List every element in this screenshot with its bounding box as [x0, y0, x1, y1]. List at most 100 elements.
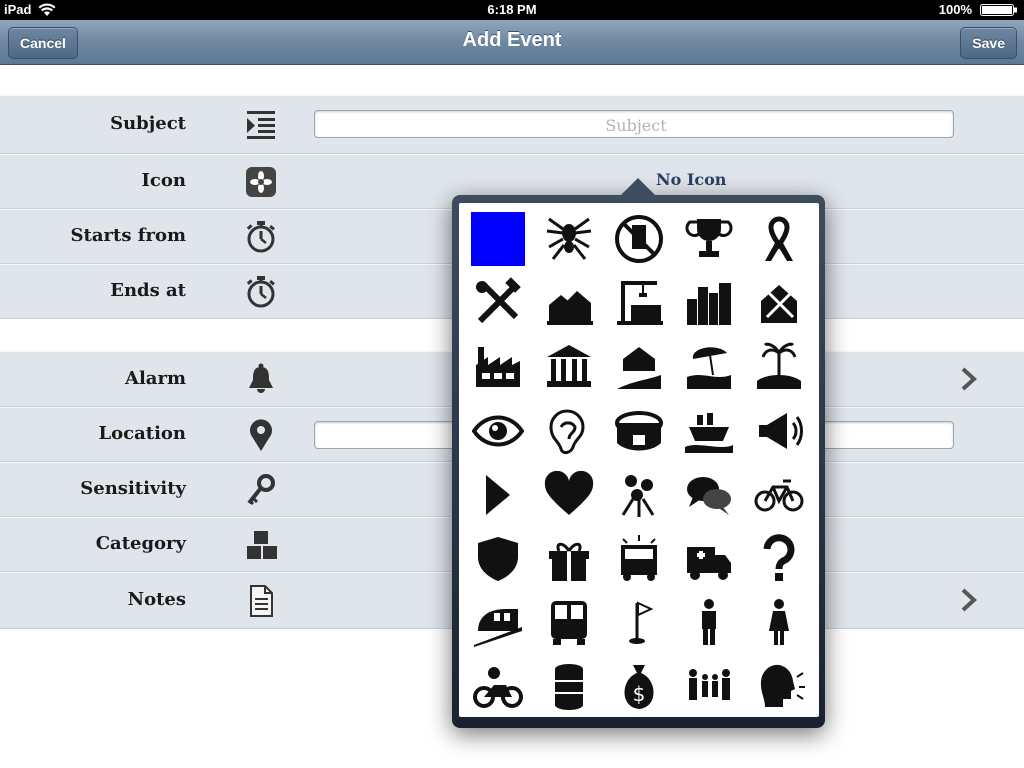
icon-option-bank-icon[interactable] — [541, 339, 597, 395]
icon-option-fire-truck-icon[interactable] — [611, 531, 667, 587]
icon-option-family-icon[interactable] — [681, 659, 737, 715]
icon-picker-popover: $ — [452, 178, 825, 728]
ambulance-icon — [687, 547, 731, 580]
icon-option-eye-icon[interactable] — [470, 403, 526, 459]
icon-option-city-icon[interactable] — [681, 275, 737, 331]
document-icon — [250, 585, 273, 617]
icon-option-houses-icon[interactable] — [541, 275, 597, 331]
subject-input[interactable] — [315, 111, 957, 139]
popover-arrow — [620, 178, 656, 196]
icon-option-motorcycle-icon[interactable] — [470, 659, 526, 715]
chevron-right-icon[interactable] — [958, 366, 980, 392]
icon-option-trophy-icon[interactable] — [681, 211, 737, 267]
navigation-bar: Cancel Add Event Save — [0, 20, 1024, 65]
family-icon — [689, 669, 730, 700]
fire-truck-icon — [621, 535, 657, 581]
selected-color-swatch — [471, 212, 525, 266]
icon-option-bicycle-icon[interactable] — [751, 467, 807, 523]
barrel-icon — [555, 664, 583, 710]
sensitivity-label: Sensitivity — [80, 478, 186, 499]
icon-option-house-road-icon[interactable] — [611, 339, 667, 395]
icon-option-spider-icon[interactable] — [541, 211, 597, 267]
icon-option-speaking-head-icon[interactable] — [751, 659, 807, 715]
factory-icon — [476, 347, 520, 387]
chat-icon — [687, 477, 731, 515]
key-icon — [247, 474, 275, 506]
icon-option-train-icon[interactable] — [470, 595, 526, 651]
page-title: Add Event — [462, 29, 562, 51]
battery-percent: 100% — [938, 2, 972, 17]
spider-icon — [546, 217, 592, 260]
ear-icon — [549, 409, 585, 455]
money-bag-icon: $ — [624, 665, 654, 709]
speaker-icon — [486, 475, 510, 515]
icon-option-ship-icon[interactable] — [681, 403, 737, 459]
ribbon-icon — [765, 216, 793, 261]
icon-option-damaged-house-icon[interactable] — [751, 275, 807, 331]
stopwatch-icon — [246, 276, 275, 308]
icon-option-megaphone-icon[interactable] — [751, 403, 807, 459]
bicycle-icon — [754, 479, 804, 512]
subject-field[interactable] — [314, 110, 957, 139]
icon-option-stadium-icon[interactable] — [611, 403, 667, 459]
shield-icon — [478, 537, 518, 581]
houses-icon — [547, 291, 593, 325]
house-road-icon — [617, 347, 661, 389]
tools-icon — [476, 277, 521, 324]
icon-option-no-face-icon[interactable] — [611, 211, 667, 267]
icon-label: Icon — [141, 170, 186, 191]
subject-icon — [247, 111, 275, 139]
stopwatch-icon — [246, 221, 275, 253]
status-bar: iPad 6:18 PM 100% — [0, 0, 1024, 20]
eye-icon — [472, 415, 524, 447]
icon-option-none[interactable] — [470, 211, 526, 267]
beach-umbrella-icon — [687, 347, 731, 389]
icon-option-golf-flag-icon[interactable] — [611, 595, 667, 651]
chevron-right-icon[interactable] — [958, 587, 980, 613]
save-button[interactable]: Save — [960, 27, 1017, 59]
icon-option-gift-icon[interactable] — [541, 531, 597, 587]
icon-option-money-bag-icon[interactable]: $ — [611, 659, 667, 715]
icon-option-bouquet-icon[interactable] — [611, 467, 667, 523]
speaking-head-icon — [760, 664, 805, 707]
city-icon — [687, 283, 731, 325]
damaged-house-icon — [761, 285, 797, 323]
svg-text:$: $ — [633, 682, 646, 706]
subject-row: Subject — [0, 95, 1024, 154]
icon-option-chat-icon[interactable] — [681, 467, 737, 523]
icon-option-ear-icon[interactable] — [541, 403, 597, 459]
man-icon — [702, 599, 716, 645]
motorcycle-icon — [473, 667, 523, 708]
heart-icon — [544, 470, 594, 515]
subject-label: Subject — [110, 113, 186, 134]
ends-at-label: Ends at — [110, 280, 186, 301]
island-icon — [757, 342, 801, 389]
icon-option-factory-icon[interactable] — [470, 339, 526, 395]
battery-icon — [980, 4, 1017, 16]
woman-icon — [769, 599, 789, 645]
icon-option-construction-icon[interactable] — [611, 275, 667, 331]
icon-option-beach-umbrella-icon[interactable] — [681, 339, 737, 395]
icon-option-bus-icon[interactable] — [541, 595, 597, 651]
icon-option-tools-icon[interactable] — [470, 275, 526, 331]
icon-option-barrel-icon[interactable] — [541, 659, 597, 715]
golf-flag-icon — [629, 601, 654, 644]
stadium-icon — [615, 411, 663, 451]
map-pin-icon — [250, 419, 272, 451]
icon-option-shield-icon[interactable] — [470, 531, 526, 587]
icon-option-question-icon[interactable] — [751, 531, 807, 587]
icon-picker-scroll[interactable]: $ — [459, 203, 819, 717]
location-label: Location — [98, 423, 186, 444]
notes-label: Notes — [127, 589, 186, 610]
icon-option-ambulance-icon[interactable] — [681, 531, 737, 587]
ship-icon — [685, 413, 733, 453]
icon-option-woman-icon[interactable] — [751, 595, 807, 651]
icon-option-ribbon-icon[interactable] — [751, 211, 807, 267]
icon-option-heart-icon[interactable] — [541, 467, 597, 523]
icon-option-speaker-icon[interactable] — [470, 467, 526, 523]
no-face-icon — [615, 215, 663, 263]
icon-value: No Icon — [656, 170, 727, 189]
construction-icon — [617, 281, 663, 325]
icon-option-man-icon[interactable] — [681, 595, 737, 651]
icon-option-island-icon[interactable] — [751, 339, 807, 395]
